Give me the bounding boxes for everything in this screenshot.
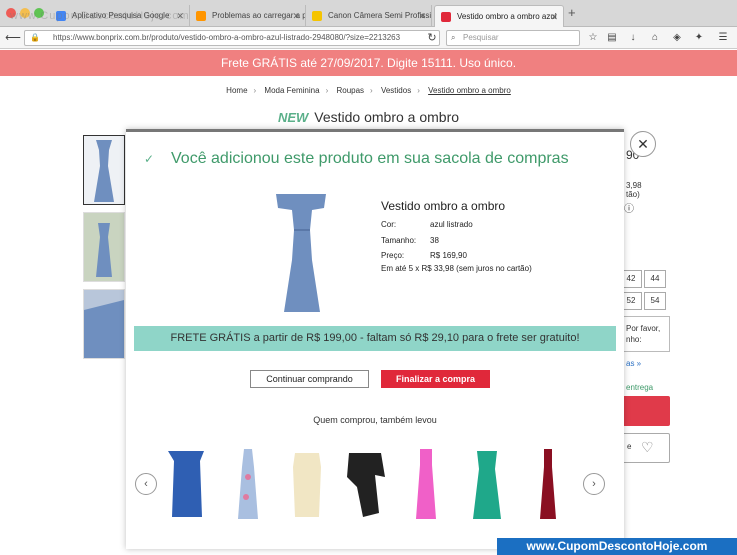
recommended-product[interactable] [164,447,208,521]
price-row: Preço: R$ 169,90 [381,251,467,260]
menu-icon[interactable]: ☰ [716,30,730,46]
recommended-product[interactable] [226,447,270,521]
close-tab-icon[interactable]: ✕ [292,5,300,27]
home-icon[interactable]: ⌂ [648,30,662,46]
color-row: Cor: azul listrado [381,220,473,229]
recommended-product[interactable] [343,447,387,521]
store-favicon-icon [312,11,322,21]
page-title: NEW Vestido ombro a ombro [277,109,460,125]
recommended-product[interactable] [285,447,329,521]
detail-photo-icon [84,300,124,358]
download-icon[interactable]: ↓ [626,30,640,46]
size-row: Tamanho: 38 [381,236,439,245]
model-photo-icon [96,223,112,277]
breadcrumb-moda-feminina[interactable]: Moda Feminina [264,86,319,95]
close-tab-icon[interactable]: ✕ [550,6,558,27]
product-image [276,194,326,312]
breadcrumb-current[interactable]: Vestido ombro a ombro [428,86,511,95]
watermark-overlay: www.CupomDescontoHoje.com [10,10,190,22]
notice-fragment: nho: [626,335,642,344]
installment-fragment: 3,98 [626,181,642,190]
breadcrumb-home[interactable]: Home [226,86,247,95]
close-tab-icon[interactable]: ✕ [418,5,426,27]
check-icon: ✓ [144,152,155,166]
reading-list-icon[interactable]: ▤ [605,30,619,46]
tab-canon-camera[interactable]: Canon Câmera Semi Profissi ✕ [306,5,432,27]
checkout-button[interactable]: Finalizar a compra [381,370,490,388]
mozilla-favicon-icon [196,11,206,21]
continue-shopping-button[interactable]: Continuar comprando [250,370,369,388]
confirmation-message: Você adicionou este produto em sua sacol… [171,150,569,167]
breadcrumb-vestidos[interactable]: Vestidos [381,86,411,95]
product-thumbnail[interactable] [83,289,125,359]
close-modal-button[interactable]: ✕ [630,131,656,157]
search-input[interactable]: ⌕ Pesquisar [446,30,580,46]
search-icon: ⌕ [451,33,456,42]
carousel-next-button[interactable]: › [583,473,605,495]
browser-toolbar: ⟵ 🔒 https://www.bonprix.com.br/produto/v… [0,27,737,49]
promo-banner[interactable]: Frete GRÁTIS até 27/09/2017. Digite 1511… [0,50,737,76]
product-thumbnail[interactable] [83,212,125,282]
installments-text: Em até 5 x R$ 33,98 (sem juros no cartão… [381,264,532,273]
bonprix-favicon-icon [441,12,451,22]
notice-fragment: Por favor, [626,324,661,333]
extension-icon[interactable]: ✦ [692,30,706,46]
watermark-banner: www.CupomDescontoHoje.com [497,538,737,555]
new-tab-icon[interactable]: + [568,5,576,20]
dress-thumbnail-icon [94,140,114,202]
lock-icon: 🔒 [30,33,40,42]
wishlist-fragment: e [627,442,632,451]
also-bought-heading: Quem comprou, também levou [313,415,437,425]
size-chart-link[interactable]: as » [626,359,641,368]
delivery-fragment: entrega [626,383,654,392]
size-option[interactable]: 44 [644,270,666,288]
breadcrumb: Home › Moda Feminina › Roupas › Vestidos › V… [226,86,511,95]
note-fragment: tão) [626,190,640,199]
url-bar[interactable]: 🔒 https://www.bonprix.com.br/produto/ves… [24,30,440,46]
carousel-prev-button[interactable]: ‹ [135,473,157,495]
info-icon[interactable]: ⓘ [624,200,634,215]
tab-vestido[interactable]: Vestido ombro a ombro azul ✕ [434,5,564,27]
size-option[interactable]: 54 [644,292,666,310]
back-arrow-icon[interactable]: ⟵ [5,30,21,46]
bookmark-star-icon[interactable]: ☆ [586,30,600,46]
heart-icon: ♡ [641,439,654,455]
new-badge: NEW [277,110,309,125]
free-shipping-banner: FRETE GRÁTIS a partir de R$ 199,00 - fal… [134,326,616,351]
recommended-product[interactable] [526,447,570,521]
recommended-product[interactable] [404,447,448,521]
product-thumbnail[interactable] [83,135,125,205]
pocket-icon[interactable]: ◈ [670,30,684,46]
reload-icon[interactable]: ↻ [424,30,440,46]
breadcrumb-roupas[interactable]: Roupas [336,86,364,95]
modal-product-name: Vestido ombro a ombro [381,199,506,213]
tab-loading-problems[interactable]: Problemas ao carregar a pág ✕ [190,5,306,27]
recommended-product[interactable] [465,447,509,521]
